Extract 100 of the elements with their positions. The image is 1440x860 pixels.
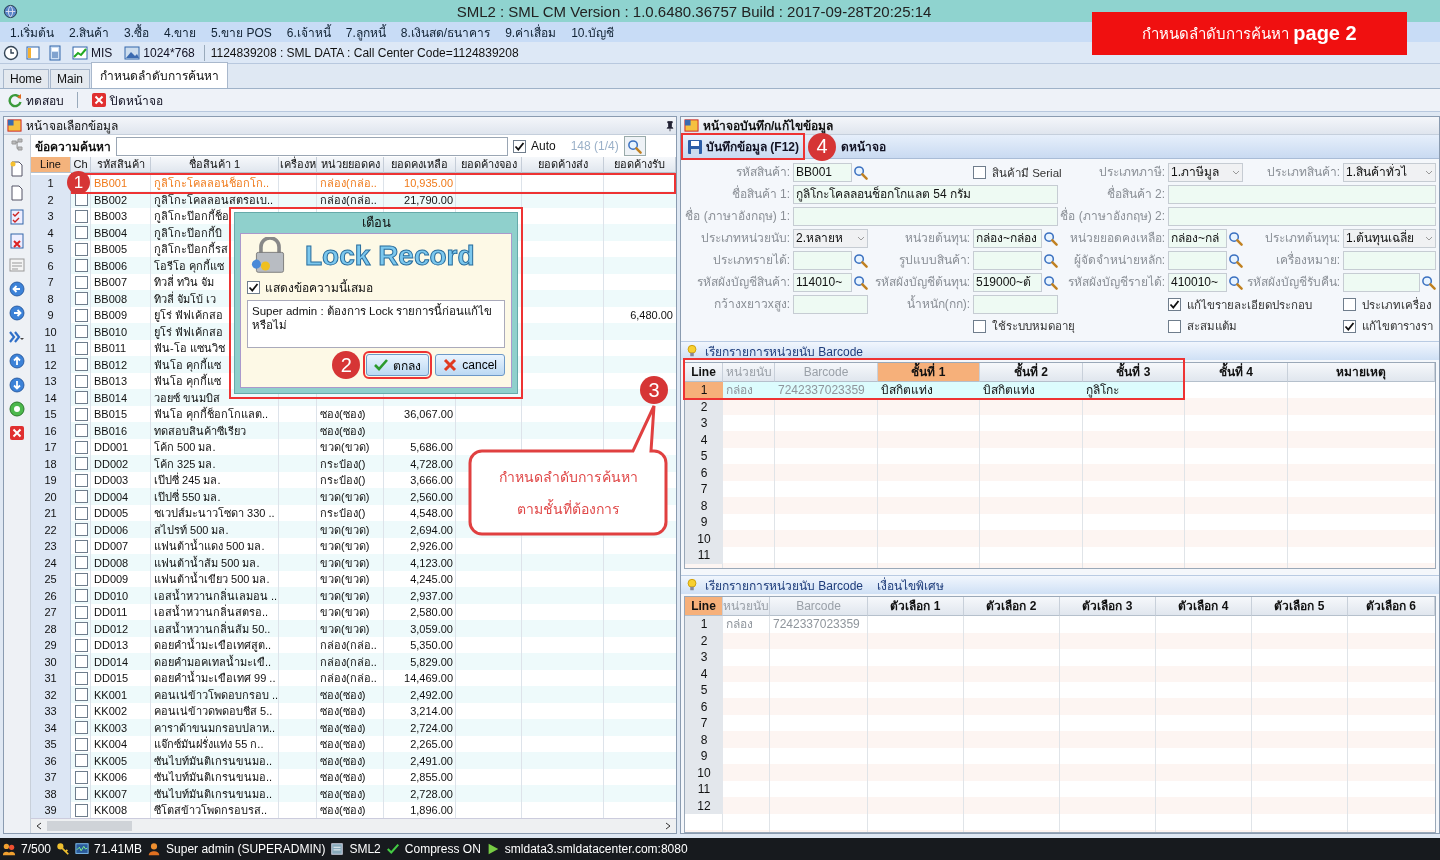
checkbox[interactable]: [74, 341, 88, 355]
menu-item[interactable]: 1.เริ่มต้น: [6, 22, 65, 42]
checkbox[interactable]: [74, 308, 88, 322]
checkbox[interactable]: [74, 589, 88, 603]
search-icon[interactable]: [1421, 275, 1436, 290]
input-field[interactable]: กล่อง~กล่: [1168, 229, 1227, 248]
input-field[interactable]: กล่อง~กล่อง: [973, 229, 1042, 248]
checkbox[interactable]: [74, 506, 88, 520]
search-icon[interactable]: [1043, 253, 1058, 268]
checkbox[interactable]: [74, 275, 88, 289]
calculator-icon[interactable]: [47, 44, 63, 61]
column-header[interactable]: ตัวเลือก 5: [1252, 597, 1348, 616]
close-button[interactable]: ปิดหน้าจอ: [88, 89, 166, 111]
checkbox[interactable]: [74, 473, 88, 487]
checkbox[interactable]: [74, 259, 88, 273]
checklist-icon[interactable]: [9, 209, 25, 225]
checkbox[interactable]: [1168, 298, 1181, 311]
checkbox[interactable]: [74, 622, 88, 636]
checkbox[interactable]: [74, 407, 88, 421]
checkbox[interactable]: [74, 523, 88, 537]
dropdown[interactable]: 2.หลายห: [793, 229, 868, 248]
checkbox[interactable]: [74, 721, 88, 735]
checkbox[interactable]: [74, 671, 88, 685]
search-icon[interactable]: [1043, 275, 1058, 290]
column-header[interactable]: ยอดค้างรับ: [604, 157, 676, 173]
column-header[interactable]: Ch: [71, 157, 91, 173]
document-icon[interactable]: [9, 185, 25, 201]
column-header[interactable]: ตัวเลือก 4: [1156, 597, 1252, 616]
dropdown[interactable]: 1.ภาษีมูล: [1168, 163, 1243, 182]
scrollbar-thumb[interactable]: [47, 821, 132, 831]
checkbox[interactable]: [74, 358, 88, 372]
close-icon[interactable]: [91, 92, 107, 108]
close-button[interactable]: ดหน้าจอ: [838, 136, 889, 157]
search-field[interactable]: [116, 136, 508, 156]
tab[interactable]: Main: [50, 69, 91, 88]
input-field[interactable]: [793, 207, 1058, 226]
checkbox[interactable]: [74, 457, 88, 471]
checkbox[interactable]: [74, 754, 88, 768]
menu-item[interactable]: 2.สินค้า: [65, 22, 121, 42]
column-header[interactable]: เครื่องห: [279, 157, 317, 173]
column-header[interactable]: Line: [31, 157, 71, 173]
menu-item[interactable]: 9.ค่าเสื่อม: [501, 22, 568, 42]
column-header[interactable]: รหัสสินค้า: [91, 157, 151, 173]
column-header[interactable]: ชั้นที่ 3: [1083, 363, 1185, 382]
checkbox[interactable]: [74, 292, 88, 306]
checkbox[interactable]: [1168, 319, 1181, 333]
search-button[interactable]: [623, 136, 646, 156]
input-field[interactable]: [973, 295, 1058, 314]
checkbox[interactable]: [74, 688, 88, 702]
search-icon[interactable]: [1043, 231, 1058, 246]
input-field[interactable]: [793, 295, 868, 314]
checkbox[interactable]: [1343, 319, 1356, 333]
checkbox[interactable]: [74, 391, 88, 405]
input-field[interactable]: BB001: [793, 163, 852, 182]
input-field[interactable]: [793, 251, 852, 270]
column-header[interactable]: หน่วยยอดคง: [317, 157, 384, 173]
tree-icon[interactable]: [9, 137, 25, 153]
delete-document-icon[interactable]: [9, 233, 25, 249]
input-field[interactable]: [1168, 185, 1436, 204]
horizontal-scrollbar[interactable]: [31, 818, 676, 833]
test-button[interactable]: ทดสอบ: [4, 89, 67, 111]
column-header[interactable]: ชั้นที่ 2: [980, 363, 1083, 382]
checkbox[interactable]: [74, 572, 88, 586]
search-icon[interactable]: [1228, 231, 1243, 246]
checkbox[interactable]: [74, 374, 88, 388]
search-icon[interactable]: [853, 253, 868, 268]
refresh-icon[interactable]: [7, 92, 23, 108]
checkbox[interactable]: [74, 226, 88, 240]
search-icon[interactable]: [853, 275, 868, 290]
input-field[interactable]: [973, 251, 1042, 270]
save-icon[interactable]: [687, 138, 703, 155]
new-document-icon[interactable]: [9, 161, 25, 177]
checkbox[interactable]: [74, 605, 88, 619]
input-field[interactable]: [1343, 251, 1436, 270]
column-header[interactable]: ตัวเลือก 2: [964, 597, 1060, 616]
menu-item[interactable]: 5.ขาย POS: [207, 22, 283, 42]
image-icon[interactable]: [124, 44, 141, 61]
column-header[interactable]: หมายเหตุ: [1288, 363, 1435, 382]
menu-item[interactable]: 4.ขาย: [160, 22, 208, 42]
column-header[interactable]: Line: [685, 363, 723, 382]
column-header[interactable]: ยอดคงเหลือ: [384, 157, 456, 173]
column-header[interactable]: ชื่อสินค้า 1: [151, 157, 279, 173]
clock-icon[interactable]: [3, 44, 19, 61]
checkbox[interactable]: [973, 319, 986, 333]
search-icon[interactable]: [853, 165, 868, 180]
tab[interactable]: กำหนดลำดับการค้นหา: [91, 62, 229, 88]
dropdown[interactable]: 1.ต้นทุนเฉลี่ย: [1343, 229, 1436, 248]
dropdown[interactable]: 1.สินค้าทั่วไ: [1343, 163, 1436, 182]
menu-item[interactable]: 10.บัญชี: [567, 22, 625, 42]
pin-icon[interactable]: [664, 119, 676, 132]
checkbox[interactable]: [74, 787, 88, 801]
chart-icon[interactable]: [72, 44, 88, 61]
checkbox[interactable]: [74, 638, 88, 652]
checkbox[interactable]: [74, 490, 88, 504]
double-chevron-icon[interactable]: [9, 329, 25, 345]
menu-item[interactable]: 8.เงินสด/ธนาคาร: [396, 22, 502, 42]
checkbox[interactable]: [74, 424, 88, 438]
checkbox[interactable]: [74, 655, 88, 669]
input-field[interactable]: [1168, 251, 1227, 270]
input-field[interactable]: 114010~: [793, 273, 852, 292]
